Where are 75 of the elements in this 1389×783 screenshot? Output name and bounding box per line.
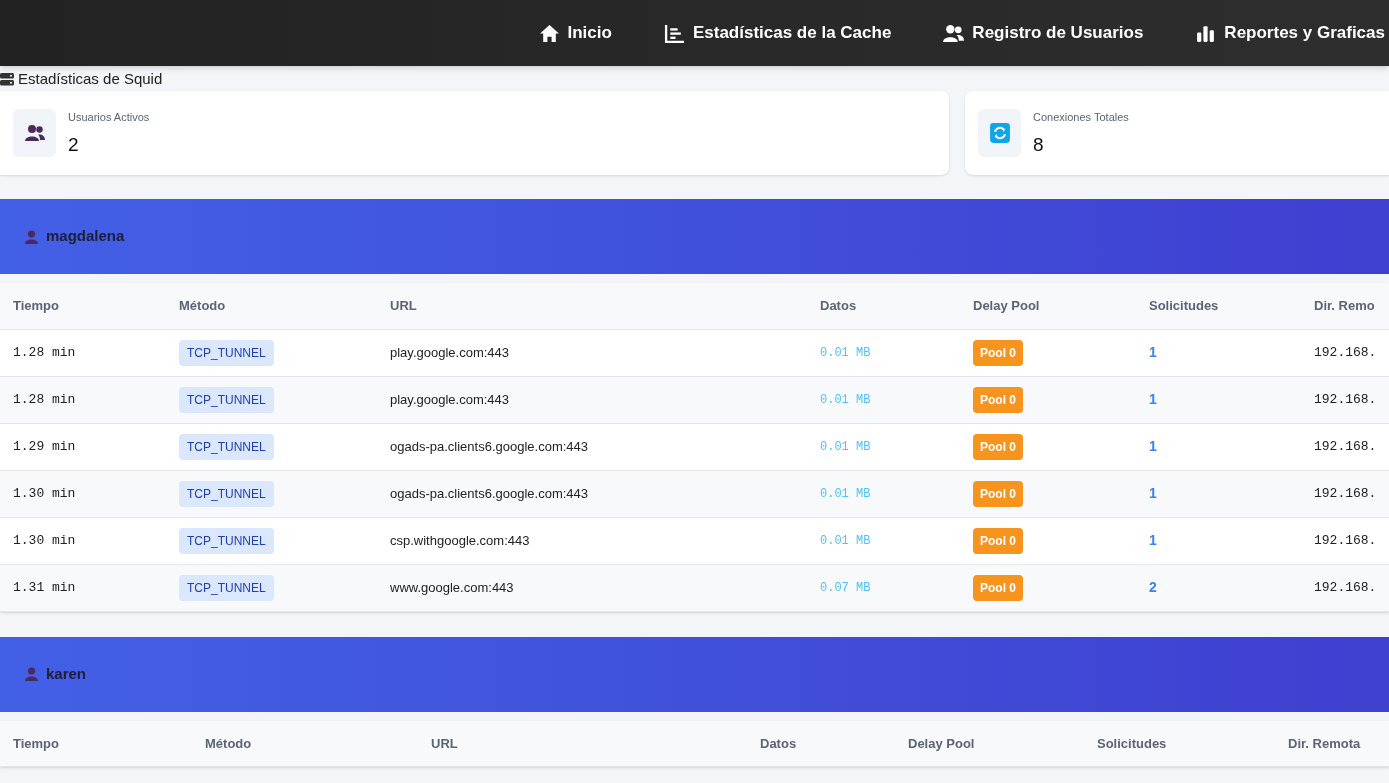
user-name: karen: [46, 663, 87, 684]
column-header: Datos: [747, 720, 895, 767]
pool-badge: Pool 0: [973, 339, 1023, 366]
column-header: Dir. Remota: [1275, 720, 1389, 767]
pool-badge: Pool 0: [973, 480, 1023, 507]
server-icon: [0, 72, 14, 86]
data-cell: 0.07 MB: [807, 564, 960, 611]
time-cell: 1.29 min: [0, 423, 166, 470]
column-header: Dir. Remo: [1301, 283, 1389, 329]
column-header: Método: [192, 720, 418, 767]
method-badge: TCP_TUNNEL: [179, 386, 274, 413]
page-title: Estadísticas de Squid: [18, 68, 163, 89]
requests-cell: 1: [1136, 329, 1301, 376]
data-cell: 0.01 MB: [807, 517, 960, 564]
method-badge: TCP_TUNNEL: [179, 574, 274, 601]
ip-cell: 192.168.: [1301, 564, 1389, 611]
ip-cell: 192.168.: [1301, 470, 1389, 517]
ip-cell: 192.168.: [1301, 423, 1389, 470]
column-header: Tiempo: [0, 720, 192, 767]
pool-badge: Pool 0: [973, 433, 1023, 460]
column-header: Solicitudes: [1084, 720, 1275, 767]
column-header: Delay Pool: [960, 283, 1136, 329]
column-header: Método: [166, 283, 377, 329]
data-cell: 0.01 MB: [807, 470, 960, 517]
column-header: Solicitudes: [1136, 283, 1301, 329]
time-cell: 1.30 min: [0, 470, 166, 517]
url-cell: www.google.com:443: [377, 564, 807, 611]
stat-label: Conexiones Totales: [1033, 110, 1129, 125]
requests-cell: 1: [1136, 376, 1301, 423]
pool-badge: Pool 0: [973, 574, 1023, 601]
column-header: Tiempo: [0, 283, 166, 329]
url-cell: play.google.com:443: [377, 329, 807, 376]
home-icon: [538, 22, 560, 44]
nav-link[interactable]: Inicio: [538, 20, 612, 46]
nav-link[interactable]: Registro de Usuarios: [943, 20, 1144, 46]
url-cell: csp.withgoogle.com:443: [377, 517, 807, 564]
method-badge: TCP_TUNNEL: [179, 339, 274, 366]
requests-cell: 2: [1136, 564, 1301, 611]
column-header: URL: [418, 720, 747, 767]
url-cell: ogads-pa.clients6.google.com:443: [377, 470, 807, 517]
time-cell: 1.30 min: [0, 517, 166, 564]
user-icon: [25, 229, 38, 244]
column-header: URL: [377, 283, 807, 329]
nav-link[interactable]: Estadísticas de la Cache: [663, 20, 892, 46]
ip-cell: 192.168.: [1301, 517, 1389, 564]
method-badge: TCP_TUNNEL: [179, 433, 274, 460]
ip-cell: 192.168.: [1301, 329, 1389, 376]
data-cell: 0.01 MB: [807, 329, 960, 376]
pool-badge: Pool 0: [973, 386, 1023, 413]
stat-value: 8: [1033, 132, 1045, 157]
data-cell: 0.01 MB: [807, 376, 960, 423]
url-cell: ogads-pa.clients6.google.com:443: [377, 423, 807, 470]
user-icon: [25, 667, 38, 681]
users-icon: [943, 22, 965, 44]
stat-label: Usuarios Activos: [68, 110, 150, 125]
requests-cell: 1: [1136, 517, 1301, 564]
nav-link[interactable]: Reportes y Graficas: [1195, 20, 1385, 46]
requests-cell: 1: [1136, 470, 1301, 517]
requests-cell: 1: [1136, 423, 1301, 470]
method-badge: TCP_TUNNEL: [179, 480, 274, 507]
ip-cell: 192.168.: [1301, 376, 1389, 423]
column-header: Delay Pool: [895, 720, 1084, 767]
chart-icon: [663, 22, 685, 44]
url-cell: play.google.com:443: [377, 376, 807, 423]
time-cell: 1.31 min: [0, 564, 166, 611]
method-badge: TCP_TUNNEL: [179, 527, 274, 554]
column-header: Datos: [807, 283, 960, 329]
stat-value: 2: [68, 132, 80, 157]
data-cell: 0.01 MB: [807, 423, 960, 470]
sync-icon: [988, 122, 1011, 144]
pool-badge: Pool 0: [973, 527, 1023, 554]
user-name: magdalena: [46, 226, 125, 247]
users-icon: [24, 123, 45, 143]
time-cell: 1.28 min: [0, 376, 166, 423]
time-cell: 1.28 min: [0, 329, 166, 376]
